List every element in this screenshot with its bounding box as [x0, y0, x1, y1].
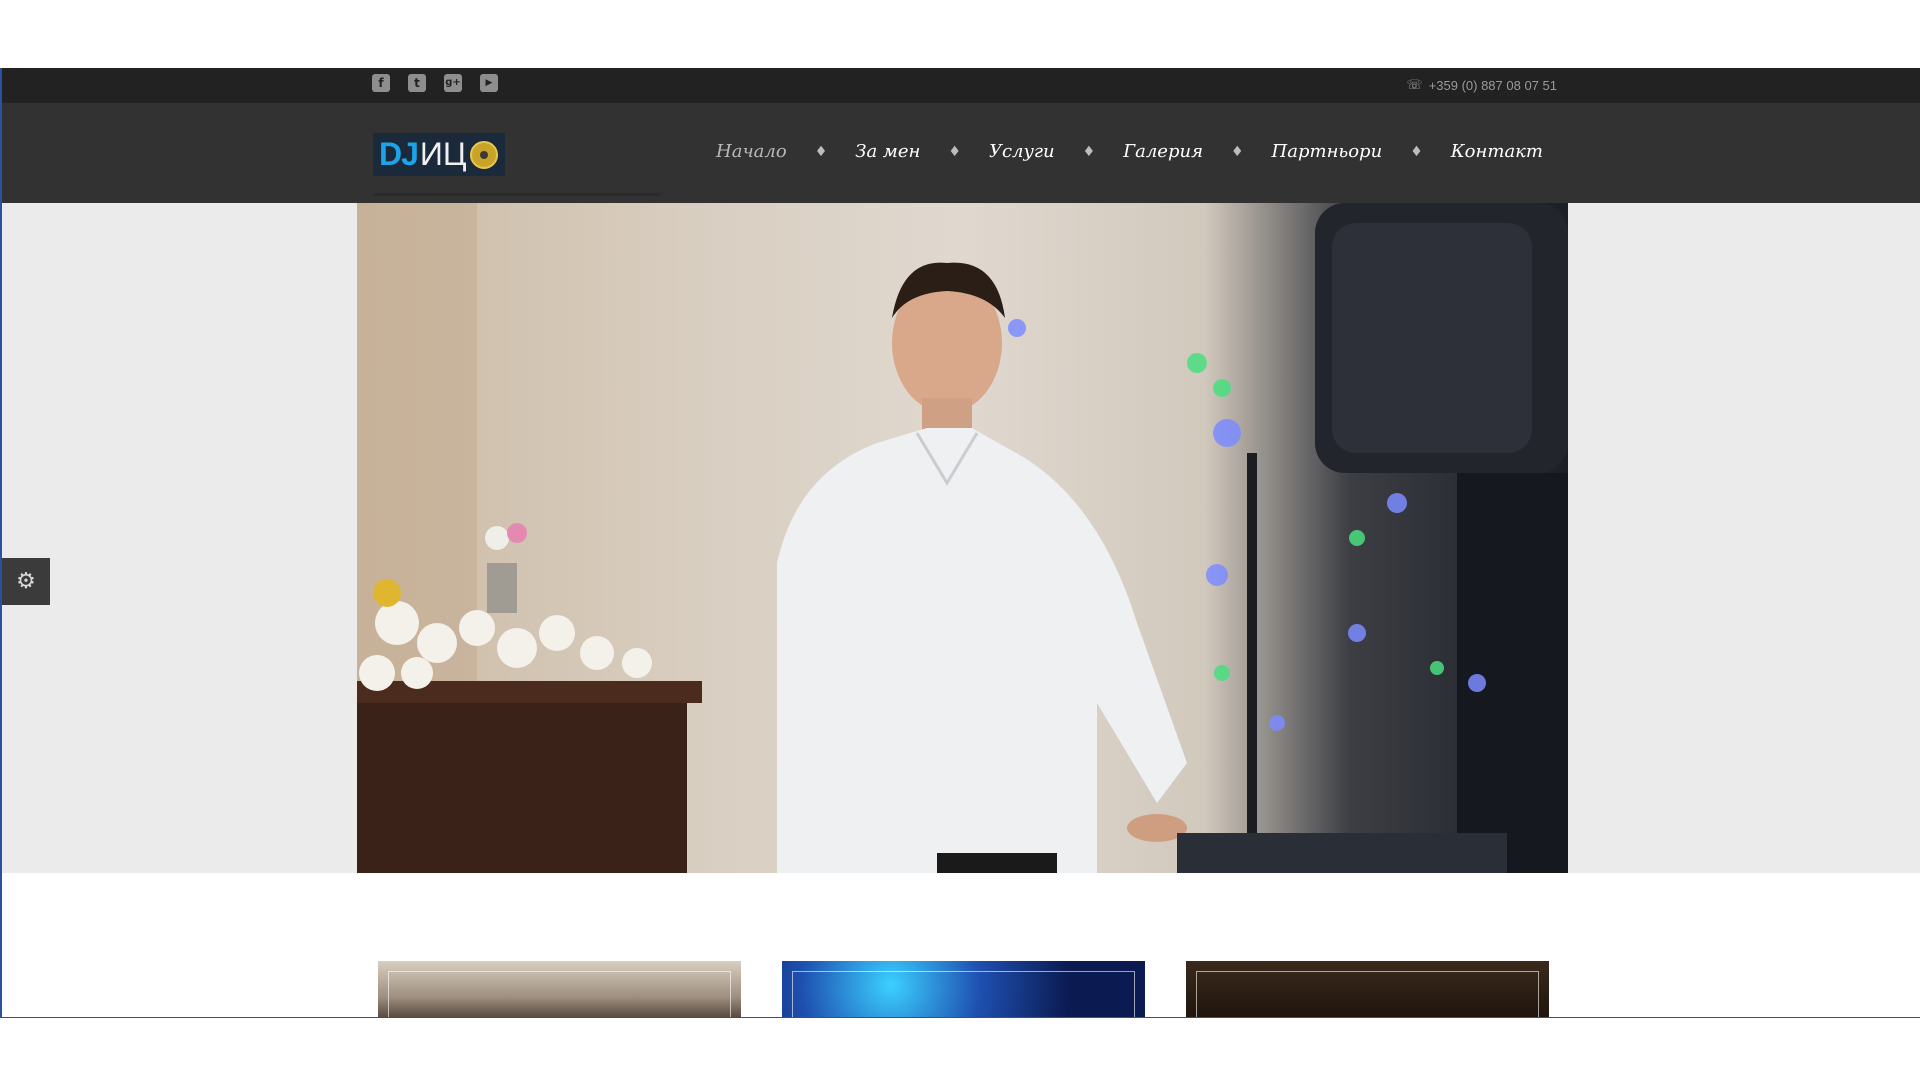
thumbnail-card[interactable] [378, 961, 741, 1017]
nav-item-home[interactable]: Начало [716, 141, 787, 162]
social-links: f t g+ ▶ [372, 74, 498, 92]
nav-item-about[interactable]: За мен [855, 141, 920, 162]
hero-photo-illustration [357, 203, 1568, 873]
thumbnail-card[interactable] [782, 961, 1145, 1017]
phone-number: +359 (0) 887 08 07 51 [1428, 78, 1557, 93]
thumbnail-frame [1196, 971, 1539, 1017]
top-bar: f t g+ ▶ ☏ +359 (0) 887 08 07 51 [2, 68, 1920, 103]
main-nav: Начало ♦ За мен ♦ Услуги ♦ Галерия ♦ Пар… [716, 141, 1543, 162]
youtube-icon[interactable]: ▶ [480, 74, 498, 92]
twitter-icon[interactable]: t [408, 74, 426, 92]
feature-thumbnails [378, 961, 1549, 1017]
site-header: DJ ИЦ Начало ♦ За мен ♦ Услуги ♦ Галерия… [2, 103, 1920, 203]
nav-separator: ♦ [1082, 143, 1096, 160]
nav-item-gallery[interactable]: Галерия [1123, 141, 1203, 162]
hero-dj-photo [357, 203, 1568, 873]
settings-button[interactable]: ⚙ [2, 558, 50, 605]
gear-icon: ⚙ [16, 569, 36, 594]
thumbnail-frame [388, 971, 731, 1017]
nav-separator: ♦ [1230, 143, 1244, 160]
phone-contact: ☏ +359 (0) 887 08 07 51 [1406, 78, 1557, 93]
logo-name-text: ИЦ [419, 136, 467, 172]
nav-item-contact[interactable]: Контакт [1451, 141, 1543, 162]
nav-separator: ♦ [948, 143, 961, 160]
thumbnail-frame [792, 971, 1135, 1017]
phone-icon: ☏ [1406, 78, 1423, 93]
header-divider [373, 193, 660, 196]
hero-section: ⚙ [2, 203, 1920, 873]
page-frame: f t g+ ▶ ☏ +359 (0) 887 08 07 51 DJ ИЦ Н… [0, 68, 1920, 1018]
nav-item-partners[interactable]: Партньори [1272, 141, 1383, 162]
google-plus-icon[interactable]: g+ [444, 74, 462, 92]
thumbnail-card[interactable] [1186, 961, 1549, 1017]
facebook-icon[interactable]: f [372, 74, 390, 92]
nav-separator: ♦ [1410, 143, 1423, 160]
site-logo[interactable]: DJ ИЦ [373, 133, 505, 176]
logo-dj-text: DJ [379, 136, 419, 172]
speaker-logo-icon [469, 140, 498, 169]
nav-separator: ♦ [814, 143, 828, 160]
nav-item-services[interactable]: Услуги [989, 141, 1055, 162]
